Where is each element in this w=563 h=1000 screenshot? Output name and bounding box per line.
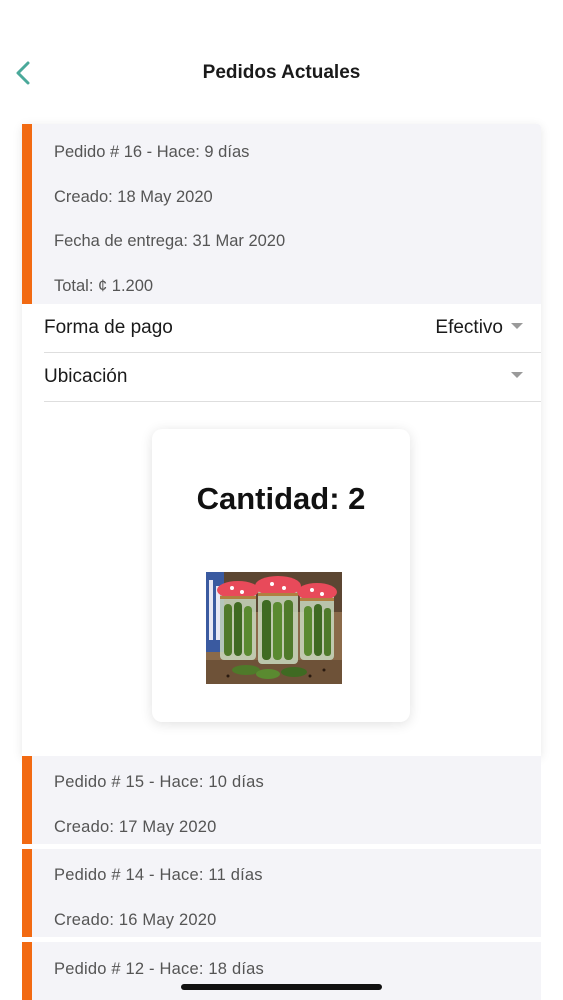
order-title: Pedido # 12 - Hace: 18 días	[54, 960, 264, 978]
order-accent-bar	[22, 124, 32, 304]
order-accent-bar	[22, 942, 32, 1000]
order-card[interactable]: Pedido # 12 - Hace: 18 días	[22, 942, 541, 1000]
order-created-date: Creado: 17 May 2020	[54, 818, 217, 836]
order-title: Pedido # 14 - Hace: 11 días	[54, 866, 263, 884]
order-title: Pedido # 16 - Hace: 9 días	[54, 143, 250, 161]
order-card[interactable]: Pedido # 15 - Hace: 10 días Creado: 17 M…	[22, 756, 541, 844]
caret-down-icon	[511, 372, 523, 378]
order-title: Pedido # 15 - Hace: 10 días	[54, 773, 264, 791]
order-card-expanded[interactable]: Pedido # 16 - Hace: 9 días Creado: 18 Ma…	[22, 124, 541, 756]
order-card[interactable]: Pedido # 14 - Hace: 11 días Creado: 16 M…	[22, 849, 541, 937]
header: Pedidos Actuales	[0, 0, 563, 110]
payment-method-value: Efectivo	[435, 317, 503, 338]
order-accent-bar	[22, 756, 32, 844]
product-quantity: Cantidad: 2	[196, 481, 366, 516]
home-indicator[interactable]	[181, 984, 382, 990]
product-card[interactable]: Cantidad: 2	[152, 429, 410, 722]
caret-down-icon	[511, 323, 523, 329]
order-summary[interactable]: Pedido # 16 - Hace: 9 días Creado: 18 Ma…	[22, 124, 541, 304]
page-title: Pedidos Actuales	[202, 62, 361, 83]
location-label: Ubicación	[44, 366, 128, 387]
order-total: Total: ¢ 1.200	[54, 277, 154, 295]
order-created-date: Creado: 16 May 2020	[54, 911, 217, 929]
product-image	[206, 572, 342, 684]
order-delivery-date: Fecha de entrega: 31 Mar 2020	[54, 232, 286, 250]
order-created-date: Creado: 18 May 2020	[54, 188, 213, 206]
location-select[interactable]: Ubicación	[44, 353, 541, 402]
payment-method-label: Forma de pago	[44, 317, 173, 338]
payment-method-select[interactable]: Forma de pago Efectivo	[44, 304, 541, 353]
order-accent-bar	[22, 849, 32, 937]
